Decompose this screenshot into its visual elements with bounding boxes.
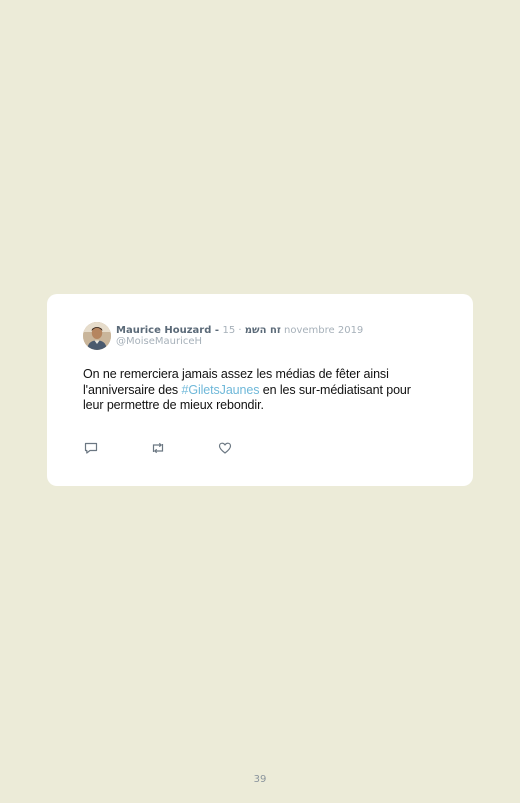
reply-icon[interactable] — [83, 440, 99, 456]
hashtag-link[interactable]: #GiletsJaunes — [181, 383, 259, 397]
author-handle[interactable]: @MoiseMauriceH — [116, 336, 202, 347]
like-icon[interactable] — [217, 440, 233, 456]
tweet-card: Maurice Houzard - זח השמ · 15 novembre 2… — [47, 294, 473, 486]
author-name[interactable]: Maurice Houzard - זח השמ — [116, 325, 281, 336]
tweet-text: On ne remerciera jamais assez les médias… — [83, 367, 433, 414]
retweet-icon[interactable] — [150, 440, 166, 456]
separator: · — [235, 325, 245, 336]
page-number: 39 — [253, 774, 267, 785]
person-avatar-icon — [83, 322, 111, 350]
avatar[interactable] — [83, 322, 111, 350]
